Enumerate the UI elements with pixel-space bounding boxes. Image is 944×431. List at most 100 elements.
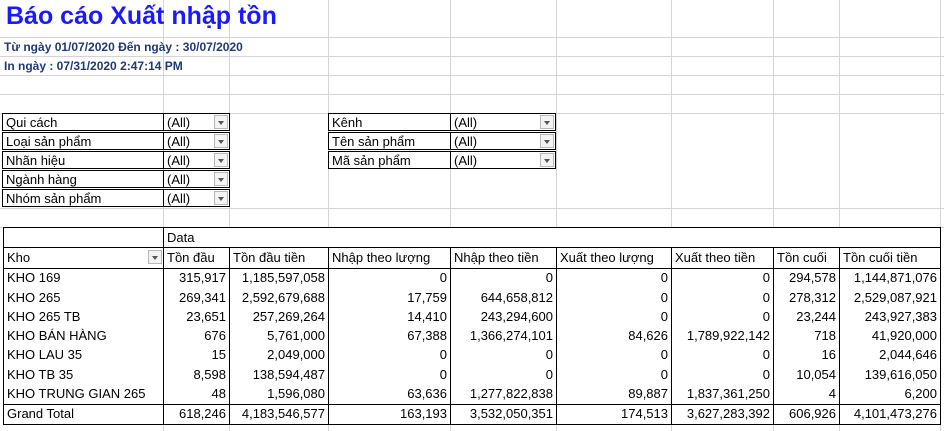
table-cell[interactable]: 8,598 — [163, 365, 230, 385]
filter-ma-san-pham[interactable]: (All) — [451, 151, 556, 169]
table-cell[interactable]: 1,185,597,058 — [229, 267, 329, 288]
row-label[interactable]: KHO LAU 35 — [3, 345, 164, 366]
col-header[interactable]: Xuất theo tiền — [671, 247, 774, 269]
table-cell[interactable]: 0 — [450, 267, 557, 288]
table-cell[interactable]: 6,200 — [839, 384, 941, 405]
table-cell[interactable]: 606,926 — [773, 403, 840, 425]
table-cell[interactable]: 2,592,679,688 — [229, 287, 329, 308]
col-header[interactable]: Nhập theo lượng — [328, 247, 451, 269]
table-cell[interactable]: 0 — [556, 267, 672, 288]
table-cell[interactable]: 63,636 — [328, 384, 451, 405]
table-cell[interactable]: 5,761,000 — [229, 326, 329, 346]
table-cell[interactable]: 67,388 — [328, 326, 451, 346]
table-cell[interactable]: 0 — [328, 345, 451, 366]
table-cell[interactable]: 0 — [328, 365, 451, 385]
table-cell[interactable]: 243,294,600 — [450, 307, 557, 327]
table-cell[interactable]: 0 — [450, 345, 557, 366]
table-cell[interactable]: 1,837,361,250 — [671, 384, 774, 405]
table-cell[interactable]: 4 — [773, 384, 840, 405]
row-label[interactable]: KHO 265 TB — [3, 307, 164, 327]
row-label[interactable]: KHO TRUNG GIAN 265 — [3, 384, 164, 405]
filter-nganh-hang[interactable]: (All) — [164, 170, 230, 188]
table-cell[interactable]: 644,658,812 — [450, 287, 557, 308]
row-label[interactable]: KHO TB 35 — [3, 365, 164, 385]
row-label[interactable]: KHO 265 — [3, 287, 164, 308]
table-cell[interactable]: 269,341 — [163, 287, 230, 308]
table-cell[interactable]: 0 — [671, 267, 774, 288]
filter-nhom-san-pham[interactable]: (All) — [164, 189, 230, 207]
col-header[interactable]: Nhập theo tiền — [450, 247, 557, 269]
table-cell[interactable]: 243,927,383 — [839, 307, 941, 327]
table-cell[interactable]: 23,651 — [163, 307, 230, 327]
col-header[interactable]: Tồn đầu tiền — [229, 247, 329, 269]
table-cell[interactable]: 0 — [671, 287, 774, 308]
col-header[interactable]: Tồn đầu — [163, 247, 230, 269]
table-cell[interactable]: 2,049,000 — [229, 345, 329, 366]
table-cell[interactable]: 1,596,080 — [229, 384, 329, 405]
table-cell[interactable]: 17,759 — [328, 287, 451, 308]
table-cell[interactable]: 618,246 — [163, 403, 230, 425]
table-cell[interactable]: 315,917 — [163, 267, 230, 288]
grand-total-label[interactable]: Grand Total — [3, 403, 164, 425]
table-cell[interactable]: 163,193 — [328, 403, 451, 425]
table-cell[interactable]: 294,578 — [773, 267, 840, 288]
pivot-row-field-kho[interactable]: Kho — [3, 247, 164, 269]
table-cell[interactable]: 0 — [671, 365, 774, 385]
table-cell[interactable]: 0 — [556, 365, 672, 385]
filter-nhan-hieu[interactable]: (All) — [164, 151, 230, 169]
table-cell[interactable]: 48 — [163, 384, 230, 405]
table-cell[interactable]: 89,887 — [556, 384, 672, 405]
filter-loai-san-pham[interactable]: (All) — [164, 132, 230, 150]
table-cell[interactable]: 4,101,473,276 — [839, 403, 941, 425]
table-cell[interactable]: 0 — [556, 345, 672, 366]
table-cell[interactable]: 1,144,871,076 — [839, 267, 941, 288]
table-cell[interactable]: 138,594,487 — [229, 365, 329, 385]
filter-ten-san-pham[interactable]: (All) — [451, 132, 556, 150]
table-cell[interactable]: 3,532,050,351 — [450, 403, 557, 425]
filter-kenh[interactable]: (All) — [451, 113, 556, 131]
filter-label-loai-san-pham: Loại sản phẩm — [2, 132, 164, 150]
table-cell[interactable]: 278,312 — [773, 287, 840, 308]
table-cell[interactable]: 257,269,264 — [229, 307, 329, 327]
chevron-down-icon[interactable] — [214, 191, 228, 205]
table-cell[interactable]: 14,410 — [328, 307, 451, 327]
table-cell[interactable]: 0 — [556, 287, 672, 308]
table-cell[interactable]: 41,920,000 — [839, 326, 941, 346]
table-cell[interactable]: 676 — [163, 326, 230, 346]
table-cell[interactable]: 0 — [328, 267, 451, 288]
chevron-down-icon[interactable] — [148, 250, 162, 265]
chevron-down-icon[interactable] — [540, 134, 554, 148]
chevron-down-icon[interactable] — [214, 115, 228, 129]
chevron-down-icon[interactable] — [214, 134, 228, 148]
table-cell[interactable]: 0 — [450, 365, 557, 385]
table-cell[interactable]: 1,277,822,838 — [450, 384, 557, 405]
col-header[interactable]: Xuất theo lượng — [556, 247, 672, 269]
table-cell[interactable]: 2,529,087,921 — [839, 287, 941, 308]
col-header[interactable]: Tồn cuối tiền — [839, 247, 941, 269]
table-cell[interactable]: 0 — [556, 307, 672, 327]
table-cell[interactable]: 0 — [671, 307, 774, 327]
table-cell[interactable]: 1,789,922,142 — [671, 326, 774, 346]
row-label[interactable]: KHO 169 — [3, 267, 164, 288]
table-cell[interactable]: 2,044,646 — [839, 345, 941, 366]
chevron-down-icon[interactable] — [214, 153, 228, 167]
col-header[interactable]: Tồn cuối — [773, 247, 840, 269]
table-cell[interactable]: 1,366,274,101 — [450, 326, 557, 346]
table-cell[interactable]: 10,054 — [773, 365, 840, 385]
table-cell[interactable]: 718 — [773, 326, 840, 346]
filter-label-nganh-hang: Ngành hàng — [2, 170, 164, 188]
row-label[interactable]: KHO BÁN HÀNG — [3, 326, 164, 346]
chevron-down-icon[interactable] — [214, 172, 228, 186]
chevron-down-icon[interactable] — [540, 115, 554, 129]
table-cell[interactable]: 23,244 — [773, 307, 840, 327]
table-cell[interactable]: 139,616,050 — [839, 365, 941, 385]
table-cell[interactable]: 0 — [671, 345, 774, 366]
table-cell[interactable]: 174,513 — [556, 403, 672, 425]
table-cell[interactable]: 15 — [163, 345, 230, 366]
table-cell[interactable]: 4,183,546,577 — [229, 403, 329, 425]
table-cell[interactable]: 3,627,283,392 — [671, 403, 774, 425]
chevron-down-icon[interactable] — [540, 153, 554, 167]
table-cell[interactable]: 84,626 — [556, 326, 672, 346]
filter-qui-cach[interactable]: (All) — [164, 113, 230, 131]
table-cell[interactable]: 16 — [773, 345, 840, 366]
